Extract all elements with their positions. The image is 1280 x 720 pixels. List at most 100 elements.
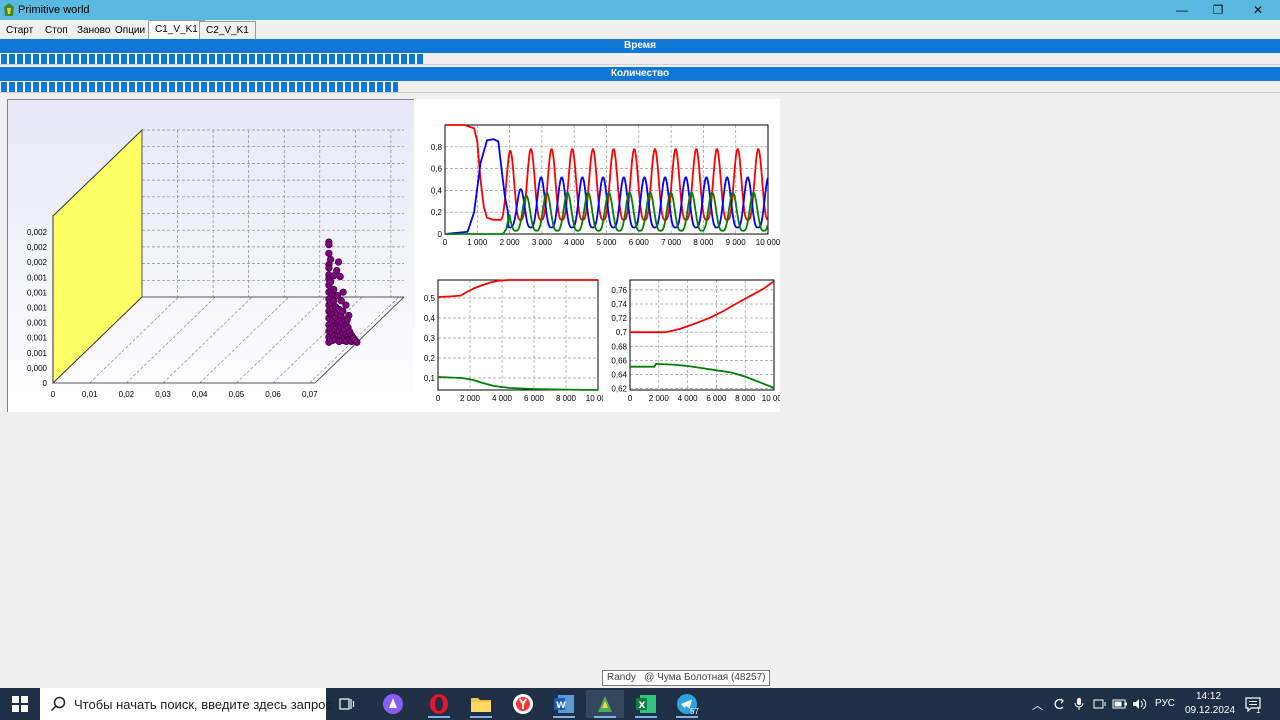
x-tick-label: 10 000 <box>762 394 780 403</box>
clock-time[interactable]: 14:12 <box>1196 691 1221 702</box>
scatter-point <box>325 249 333 257</box>
taskbar-alice[interactable] <box>374 690 412 718</box>
excel-icon: X <box>636 695 656 713</box>
bottom-left-chart-panel: 0 2 000 4 000 6 000 8 000 10 000 0,1 0,2 0,3 0,4 0… <box>414 259 611 412</box>
taskbar-primitive-world[interactable] <box>586 690 624 718</box>
task-view-button[interactable] <box>328 690 366 718</box>
minimize-button[interactable]: — <box>1164 0 1200 20</box>
x-tick-label: 7 000 <box>661 238 682 247</box>
clock-date[interactable]: 09.12.2024 <box>1185 705 1235 716</box>
y-tick-label: 0,74 <box>611 300 627 309</box>
y-tick-label: 0,002 <box>27 243 48 252</box>
scatter-point <box>339 288 347 296</box>
telegram-badge: 57 <box>690 707 699 716</box>
left-wall <box>52 128 143 385</box>
app-icon <box>4 3 14 16</box>
count-progress-fill <box>1 82 398 92</box>
floor-grid <box>199 296 289 384</box>
svg-text:X: X <box>639 701 646 711</box>
y-tick-label: 0,000 <box>27 364 48 373</box>
volume-icon[interactable] <box>1132 697 1146 711</box>
y-tick-label: 0,72 <box>611 314 627 323</box>
bottom-right-chart-panel: 0 2 000 4 000 6 000 8 000 10 000 0,62 0,64 0,66 0… <box>603 259 787 412</box>
primitive-world-running-indicator <box>594 716 616 718</box>
x-tick-label: 4 000 <box>492 394 513 403</box>
y-tick-label: 0,8 <box>431 143 443 152</box>
maximize-button[interactable]: ❐ <box>1200 0 1236 20</box>
menu-item-options[interactable]: Опции <box>115 25 145 36</box>
excel-running-indicator <box>635 716 657 718</box>
y-tick-label: 0,62 <box>611 385 627 394</box>
microphone-icon[interactable] <box>1074 697 1084 711</box>
taskbar-explorer[interactable] <box>462 690 500 718</box>
tab-c1-v-k1[interactable]: C1_V_K1 <box>148 20 205 39</box>
task-view-icon <box>339 698 355 710</box>
y-tick-label: 0,1 <box>424 374 436 383</box>
y-tick-label: 0,6 <box>431 165 443 174</box>
y-tick-label: 0 <box>438 230 443 239</box>
plot-frame <box>629 279 775 391</box>
count-progress-title: Количество <box>0 67 1280 81</box>
bottom-right-line-chart: 0 2 000 4 000 6 000 8 000 10 000 0,62 0,64 0,66 0… <box>611 279 787 403</box>
language-indicator[interactable]: РУС <box>1155 698 1175 709</box>
y-tick-label: 0,002 <box>27 228 48 237</box>
x-tick-label: 5 000 <box>596 238 617 247</box>
time-progress-fill <box>1 54 424 64</box>
tab-c2-v-k1[interactable]: C2_V_K1 <box>199 21 256 39</box>
x-tick-label: 9 000 <box>726 238 747 247</box>
floor-grid <box>126 296 216 384</box>
search-icon <box>50 696 66 712</box>
x-tick-label: 3 000 <box>532 238 553 247</box>
x-tick-label: 4 000 <box>564 238 585 247</box>
taskbar-excel[interactable]: X <box>627 690 665 718</box>
search-placeholder: Чтобы начать поиск, введите здесь запрос <box>74 697 332 712</box>
series-line <box>630 362 775 389</box>
taskbar-word[interactable]: W <box>545 690 583 718</box>
scatter-3d-panel: 0 0,01 0,02 0,03 0,04 0,05 0,06 0,07 0 0,000 0,001… <box>7 99 414 412</box>
menu-item-start[interactable]: Старт <box>6 25 33 36</box>
close-button[interactable]: ✕ <box>1240 0 1276 20</box>
x-tick-label: 2 000 <box>649 394 670 403</box>
chevron-up-icon[interactable]: ︿ <box>1032 697 1043 713</box>
y-tick-label: 0,001 <box>27 304 48 313</box>
bottom-left-line-chart: 0 2 000 4 000 6 000 8 000 10 000 0,1 0,2 0,3 0,4 0… <box>424 279 611 403</box>
word-icon: W <box>554 695 574 713</box>
x-tick-label: 0,05 <box>229 390 245 399</box>
y-tick-label: 0,002 <box>27 258 48 267</box>
menu-item-restart[interactable]: Заново <box>77 25 110 36</box>
y-tick-label: 0,001 <box>27 334 48 343</box>
menu-item-stop[interactable]: Стоп <box>45 25 68 36</box>
language-bar-icon[interactable] <box>1053 698 1065 710</box>
y-tick-label: 0,7 <box>616 328 628 337</box>
y-tick-label: 0 <box>43 379 48 388</box>
opera-icon <box>430 694 448 714</box>
telegram-running-indicator <box>676 716 698 718</box>
notification-count: 1 <box>1256 706 1261 715</box>
battery-icon[interactable] <box>1112 698 1128 710</box>
y-tick-label: 0,5 <box>424 294 436 303</box>
x-tick-label: 0 <box>628 394 633 403</box>
taskbar-search-box[interactable]: Чтобы начать поиск, введите здесь запрос <box>40 688 332 720</box>
title-bar: Primitive world — ❐ ✕ <box>0 0 1280 20</box>
x-tick-label: 10 000 <box>756 238 780 247</box>
x-tick-label: 4 000 <box>678 394 699 403</box>
taskbar-telegram[interactable]: 57 <box>668 690 706 718</box>
explorer-running-indicator <box>470 716 492 718</box>
x-tick-label: 0 <box>51 390 56 399</box>
x-tick-label: 8 000 <box>693 238 714 247</box>
network-icon[interactable] <box>1093 697 1107 711</box>
scatter-point <box>327 278 335 286</box>
floor-grid <box>162 296 253 384</box>
scatter-point <box>330 286 338 294</box>
y-tick-label: 0,001 <box>27 349 48 358</box>
y-tick-label: 0,64 <box>611 370 627 379</box>
folder-icon <box>471 698 491 712</box>
start-button[interactable] <box>0 690 40 718</box>
y-tick-label: 0,3 <box>424 334 436 343</box>
yandex-browser-icon <box>513 694 533 714</box>
count-progress-bar <box>0 81 1280 93</box>
y-tick-label: 0,001 <box>27 273 48 282</box>
taskbar-opera[interactable] <box>420 690 458 718</box>
x-tick-label: 2 000 <box>500 238 521 247</box>
taskbar-yandex[interactable] <box>504 690 542 718</box>
